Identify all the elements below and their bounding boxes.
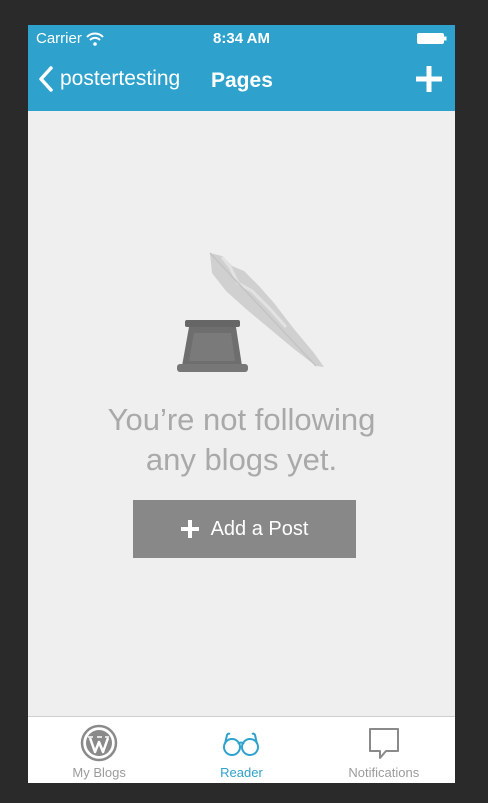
inkwell-and-quill-icon <box>177 252 324 372</box>
tab-reader[interactable]: Reader <box>170 717 312 783</box>
tab-label: Reader <box>220 765 263 780</box>
chevron-left-icon <box>39 66 53 92</box>
add-post-label: Add a Post <box>210 517 309 540</box>
back-label: postertesting <box>60 67 181 90</box>
tab-my-blogs[interactable]: My Blogs <box>28 717 170 783</box>
add-post-button[interactable]: Add a Post <box>133 500 356 558</box>
plus-icon <box>180 520 199 538</box>
main-content: You’re not following any blogs yet. Add … <box>28 111 455 717</box>
plus-icon[interactable] <box>415 65 443 93</box>
speech-bubble-icon <box>368 728 399 759</box>
navigation-bar: postertesting Pages <box>28 51 455 111</box>
status-time: 8:34 AM <box>213 30 270 47</box>
empty-state-message: You’re not following any blogs yet. <box>107 402 376 477</box>
status-bar: Carrier 8:34 AM <box>28 25 455 51</box>
tab-label: My Blogs <box>72 765 126 780</box>
battery-icon <box>417 33 447 44</box>
tab-bar: My Blogs Reader Notifications <box>28 716 455 783</box>
page-title: Pages <box>211 69 273 92</box>
tab-notifications[interactable]: Notifications <box>313 717 455 783</box>
glasses-icon <box>223 732 260 756</box>
tab-label: Notifications <box>348 765 420 780</box>
wordpress-icon <box>80 724 118 762</box>
device-screen: Carrier 8:34 AM postertesting Pages You’… <box>28 25 455 783</box>
back-button[interactable]: postertesting <box>38 65 180 93</box>
